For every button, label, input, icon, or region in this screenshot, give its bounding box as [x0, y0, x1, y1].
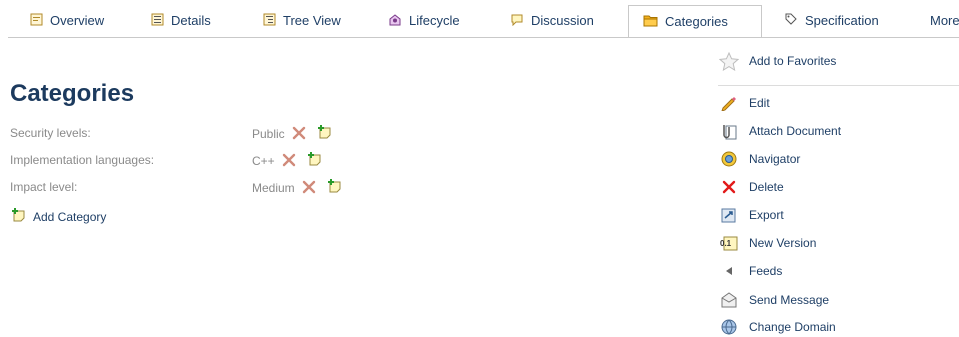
menu-item-label: Delete: [749, 180, 784, 194]
new-version-icon: 0.1: [718, 234, 740, 252]
tab-tree-view[interactable]: Tree View: [263, 4, 341, 37]
tab-label: More: [930, 13, 959, 28]
tab-label: Details: [171, 13, 211, 28]
tab-more[interactable]: More: [930, 4, 959, 37]
menu-separator: [718, 85, 959, 86]
category-value: C++: [252, 154, 275, 168]
tab-label: Categories: [665, 14, 728, 29]
menu-item-feeds[interactable]: Feeds: [718, 262, 782, 280]
export-icon: [718, 206, 740, 224]
add-category-value-icon[interactable]: [306, 151, 323, 171]
add-category-value-icon[interactable]: [316, 124, 333, 144]
tab-categories[interactable]: Categories: [628, 5, 762, 38]
menu-item-label: Navigator: [749, 152, 801, 166]
category-label: Impact level:: [10, 180, 78, 194]
delete-category-icon[interactable]: [291, 125, 307, 144]
category-value-row: C++: [252, 151, 323, 171]
tab-label: Tree View: [283, 13, 341, 28]
menu-item-label: Send Message: [749, 293, 830, 307]
menu-item-label: Attach Document: [749, 124, 842, 138]
pencil-icon: [718, 94, 740, 112]
add-category-label: Add Category: [33, 210, 107, 224]
tag-icon: [784, 12, 798, 29]
menu-item-label: New Version: [749, 236, 817, 250]
tab-divider: [8, 37, 959, 38]
add-category-link[interactable]: Add Category: [10, 207, 106, 227]
menu-item-send-message[interactable]: Send Message: [718, 291, 829, 309]
menu-item-label: Feeds: [749, 264, 783, 278]
discussion-icon: [510, 13, 524, 29]
tab-details[interactable]: Details: [151, 4, 211, 37]
svg-text:0.1: 0.1: [720, 239, 732, 248]
delete-icon: [718, 178, 740, 196]
category-label: Security levels:: [10, 126, 91, 140]
menu-item-delete[interactable]: Delete: [718, 178, 784, 196]
menu-item-add-to-favorites[interactable]: Add to Favorites: [718, 51, 837, 71]
page-title: Categories: [10, 80, 135, 107]
globe-icon: [718, 318, 740, 336]
details-icon: [151, 13, 164, 29]
tab-lifecycle[interactable]: Lifecycle: [388, 4, 460, 37]
menu-item-change-domain[interactable]: Change Domain: [718, 318, 836, 336]
menu-item-label: Edit: [749, 96, 770, 110]
add-category-value-icon[interactable]: [326, 178, 343, 198]
add-category-icon: [10, 207, 27, 227]
tab-label: Specification: [805, 13, 879, 28]
delete-category-icon[interactable]: [301, 179, 317, 198]
menu-item-new-version[interactable]: 0.1 New Version: [718, 234, 816, 252]
lifecycle-icon: [388, 13, 402, 29]
category-value-row: Public: [252, 124, 333, 144]
tree-view-icon: [263, 13, 276, 29]
menu-item-label: Change Domain: [749, 320, 836, 334]
tab-label: Discussion: [531, 13, 594, 28]
navigator-icon: [718, 150, 740, 168]
tab-label: Overview: [50, 13, 105, 28]
menu-item-label: Export: [749, 208, 784, 222]
menu-item-attach-document[interactable]: Attach Document: [718, 122, 841, 140]
star-icon: [718, 51, 740, 71]
category-value: Medium: [252, 181, 295, 195]
tab-discussion[interactable]: Discussion: [510, 4, 594, 37]
menu-item-edit[interactable]: Edit: [718, 94, 770, 112]
category-value-row: Medium: [252, 178, 343, 198]
overview-icon: [30, 13, 43, 29]
tab-label: Lifecycle: [409, 13, 460, 28]
delete-category-icon[interactable]: [281, 152, 297, 171]
envelope-icon: [718, 291, 740, 309]
category-label: Implementation languages:: [10, 153, 155, 167]
menu-item-export[interactable]: Export: [718, 206, 784, 224]
feeds-icon: [718, 262, 740, 280]
tab-overview[interactable]: Overview: [30, 4, 104, 37]
menu-item-label: Add to Favorites: [749, 54, 837, 68]
category-value: Public: [252, 127, 285, 141]
tab-bar: Overview Details Tree View Lifecycle Dis…: [0, 0, 959, 38]
folder-icon: [643, 14, 658, 30]
menu-item-navigator[interactable]: Navigator: [718, 150, 800, 168]
tab-specification[interactable]: Specification: [784, 4, 879, 37]
paperclip-icon: [718, 122, 740, 140]
